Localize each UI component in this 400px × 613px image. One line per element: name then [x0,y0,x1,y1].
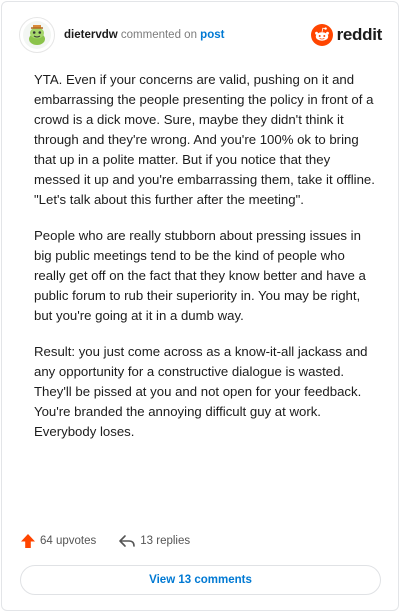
action-text: commented on [120,29,197,41]
reply-arrow-icon [119,535,136,547]
view-comments-button[interactable]: View 13 comments [20,565,381,595]
user-avatar-icon[interactable] [19,17,55,53]
reddit-snoo-icon [310,24,333,46]
comment-card: dietervdw commented on post reddit YTA. … [1,1,399,611]
reddit-wordmark: reddit [336,25,383,44]
comment-paragraph: People who are really stubborn about pre… [34,228,366,323]
replies-button[interactable]: 13 replies [118,533,190,549]
reddit-logo[interactable]: reddit [310,24,383,46]
comment-actions: 64 upvotes 13 replies [20,531,212,551]
reply-count: 13 replies [140,535,191,547]
post-link[interactable]: post [200,29,224,41]
upvote-count: 64 upvotes [40,535,97,547]
comment-header: dietervdw commented on post reddit [19,17,382,53]
username-link[interactable]: dietervdw [64,29,118,41]
comment-paragraph: Result: you just come across as a know-i… [34,344,368,439]
comment-body: YTA. Even if your concerns are valid, pu… [34,70,376,458]
comment-paragraph: YTA. Even if your concerns are valid, pu… [34,72,375,207]
upvote-button[interactable]: 64 upvotes [20,533,96,549]
upvote-arrow-icon [21,534,35,548]
comment-meta: dietervdw commented on post [64,29,224,41]
